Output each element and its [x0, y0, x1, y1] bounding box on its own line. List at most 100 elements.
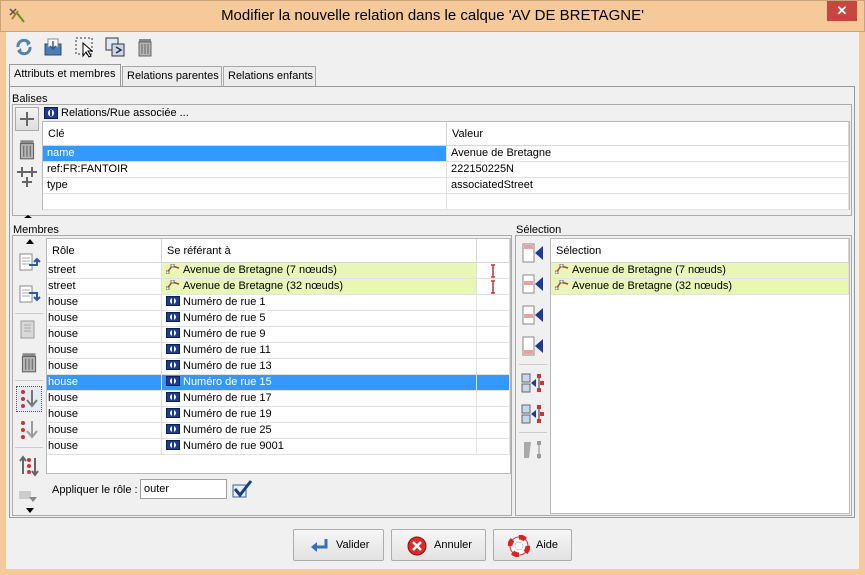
- member-refers-cell[interactable]: Numéro de rue 1: [162, 295, 477, 311]
- role-input[interactable]: [140, 479, 227, 499]
- tag-key-cell[interactable]: ref:FR:FANTOIR: [43, 162, 447, 178]
- relation-icon: [166, 296, 180, 306]
- tag-value-cell[interactable]: Avenue de Bretagne: [447, 146, 849, 162]
- member-role-cell[interactable]: street: [47, 263, 162, 279]
- member-role-cell[interactable]: house: [47, 311, 162, 327]
- move-up-button[interactable]: [17, 251, 41, 275]
- column-header-link[interactable]: [477, 239, 510, 263]
- member-link-cell: [477, 343, 510, 359]
- member-link-cell: [477, 375, 510, 391]
- add-tag-button[interactable]: [15, 107, 39, 131]
- member-link-cell: [477, 311, 510, 327]
- move-down-button[interactable]: [17, 283, 41, 307]
- delete-tag-button[interactable]: [15, 137, 39, 161]
- column-header-key[interactable]: Clé: [43, 122, 447, 146]
- tab-attributes-members[interactable]: Attributs et membres: [9, 64, 121, 87]
- member-role-cell[interactable]: house: [47, 327, 162, 343]
- member-role-cell[interactable]: house: [47, 439, 162, 455]
- member-link-cell: [477, 263, 510, 279]
- help-button-label: Aide: [536, 539, 559, 551]
- selection-table[interactable]: Sélection Avenue de Bretagne (7 nœuds) A…: [550, 238, 850, 514]
- member-link-cell: [477, 407, 510, 423]
- splitter-arrows-icon[interactable]: [24, 215, 32, 221]
- apply-role-label: Appliquer le rôle :: [52, 484, 138, 496]
- tab-parent-relations[interactable]: Relations parentes: [122, 66, 222, 86]
- member-refers-cell[interactable]: Numéro de rue 9001: [162, 439, 477, 455]
- member-role-cell[interactable]: house: [47, 391, 162, 407]
- apply-icon[interactable]: [42, 36, 64, 58]
- members-table[interactable]: Rôle Se référant à street Avenue de Breta…: [46, 238, 511, 474]
- delete-member-button[interactable]: [17, 350, 41, 374]
- add-at-start-button[interactable]: [521, 241, 545, 265]
- member-role-cell[interactable]: house: [47, 407, 162, 423]
- relation-icon: [166, 408, 180, 418]
- add-before-button[interactable]: [521, 272, 545, 296]
- member-refers-cell[interactable]: Avenue de Bretagne (32 nœuds): [162, 279, 477, 295]
- scroll-down-icon[interactable]: [22, 507, 42, 515]
- member-refers-cell[interactable]: Numéro de rue 17: [162, 391, 477, 407]
- member-role-cell[interactable]: street: [47, 279, 162, 295]
- refresh-icon[interactable]: [13, 36, 35, 58]
- member-refers-cell[interactable]: Avenue de Bretagne (7 nœuds): [162, 263, 477, 279]
- tags-table[interactable]: Clé Valeur name Avenue de Bretagne ref:F…: [42, 121, 850, 210]
- member-role-cell[interactable]: house: [47, 423, 162, 439]
- way-icon: [555, 264, 569, 274]
- apply-role-button[interactable]: [231, 479, 253, 499]
- column-header-refers[interactable]: Se référant à: [162, 239, 477, 263]
- member-role-cell[interactable]: house: [47, 359, 162, 375]
- member-role-cell[interactable]: house: [47, 375, 162, 391]
- tag-value-cell[interactable]: 222150225N: [447, 162, 849, 178]
- column-header-value[interactable]: Valeur: [447, 122, 849, 146]
- select-members-button[interactable]: [521, 402, 545, 426]
- member-refers-label: Numéro de rue 9001: [183, 440, 284, 452]
- relation-icon: [166, 440, 180, 450]
- sort-below-button[interactable]: [17, 418, 41, 442]
- ok-button[interactable]: Valider: [293, 529, 384, 561]
- selection-row[interactable]: Avenue de Bretagne (32 nœuds): [551, 279, 849, 295]
- close-button[interactable]: ✕: [827, 1, 857, 21]
- download-members-button[interactable]: [17, 489, 41, 505]
- delete-icon[interactable]: [134, 36, 156, 58]
- member-refers-cell[interactable]: Numéro de rue 5: [162, 311, 477, 327]
- cancel-button[interactable]: Annuler: [391, 529, 486, 561]
- tag-value-cell[interactable]: [447, 194, 849, 210]
- tag-key-cell[interactable]: [43, 194, 447, 210]
- member-refers-label: Numéro de rue 25: [183, 424, 272, 436]
- tag-key-cell[interactable]: type: [43, 178, 447, 194]
- remove-selected-button[interactable]: [521, 371, 545, 395]
- add-at-end-button[interactable]: [521, 334, 545, 358]
- trash-icon: [21, 353, 37, 373]
- preset-label[interactable]: Relations/Rue associée ...: [61, 107, 189, 120]
- member-refers-cell[interactable]: Numéro de rue 11: [162, 343, 477, 359]
- sort-button[interactable]: [16, 386, 42, 412]
- help-button[interactable]: Aide: [493, 529, 572, 561]
- selection-row[interactable]: Avenue de Bretagne (7 nœuds): [551, 263, 849, 279]
- member-refers-cell[interactable]: Numéro de rue 25: [162, 423, 477, 439]
- tab-child-relations[interactable]: Relations enfants: [223, 66, 316, 86]
- add-after-button[interactable]: [521, 303, 545, 327]
- select-icon[interactable]: [74, 36, 96, 58]
- member-role-cell[interactable]: house: [47, 343, 162, 359]
- zoom-members-button[interactable]: [521, 438, 545, 462]
- edit-icon: [20, 320, 35, 339]
- member-link-cell: [477, 391, 510, 407]
- tag-key-cell[interactable]: name: [43, 146, 447, 162]
- member-refers-cell[interactable]: Numéro de rue 19: [162, 407, 477, 423]
- reverse-button[interactable]: [17, 454, 41, 478]
- tag-value-cell[interactable]: associatedStreet: [447, 178, 849, 194]
- paste-tags-button[interactable]: [15, 165, 39, 189]
- member-refers-label: Numéro de rue 13: [183, 360, 272, 372]
- selection-row-label: Avenue de Bretagne (7 nœuds): [572, 264, 726, 276]
- member-refers-cell[interactable]: Numéro de rue 15: [162, 375, 477, 391]
- duplicate-icon[interactable]: [104, 36, 126, 58]
- edit-member-button[interactable]: [17, 318, 41, 342]
- way-icon: [166, 280, 180, 290]
- link-indicator-icon: [491, 280, 495, 294]
- member-refers-cell[interactable]: Numéro de rue 13: [162, 359, 477, 375]
- member-refers-cell[interactable]: Numéro de rue 9: [162, 327, 477, 343]
- column-header-selection[interactable]: Sélection: [551, 239, 849, 263]
- cancel-button-label: Annuler: [434, 539, 472, 551]
- member-role-cell[interactable]: house: [47, 295, 162, 311]
- scroll-up-icon[interactable]: [22, 238, 42, 246]
- column-header-role[interactable]: Rôle: [47, 239, 162, 263]
